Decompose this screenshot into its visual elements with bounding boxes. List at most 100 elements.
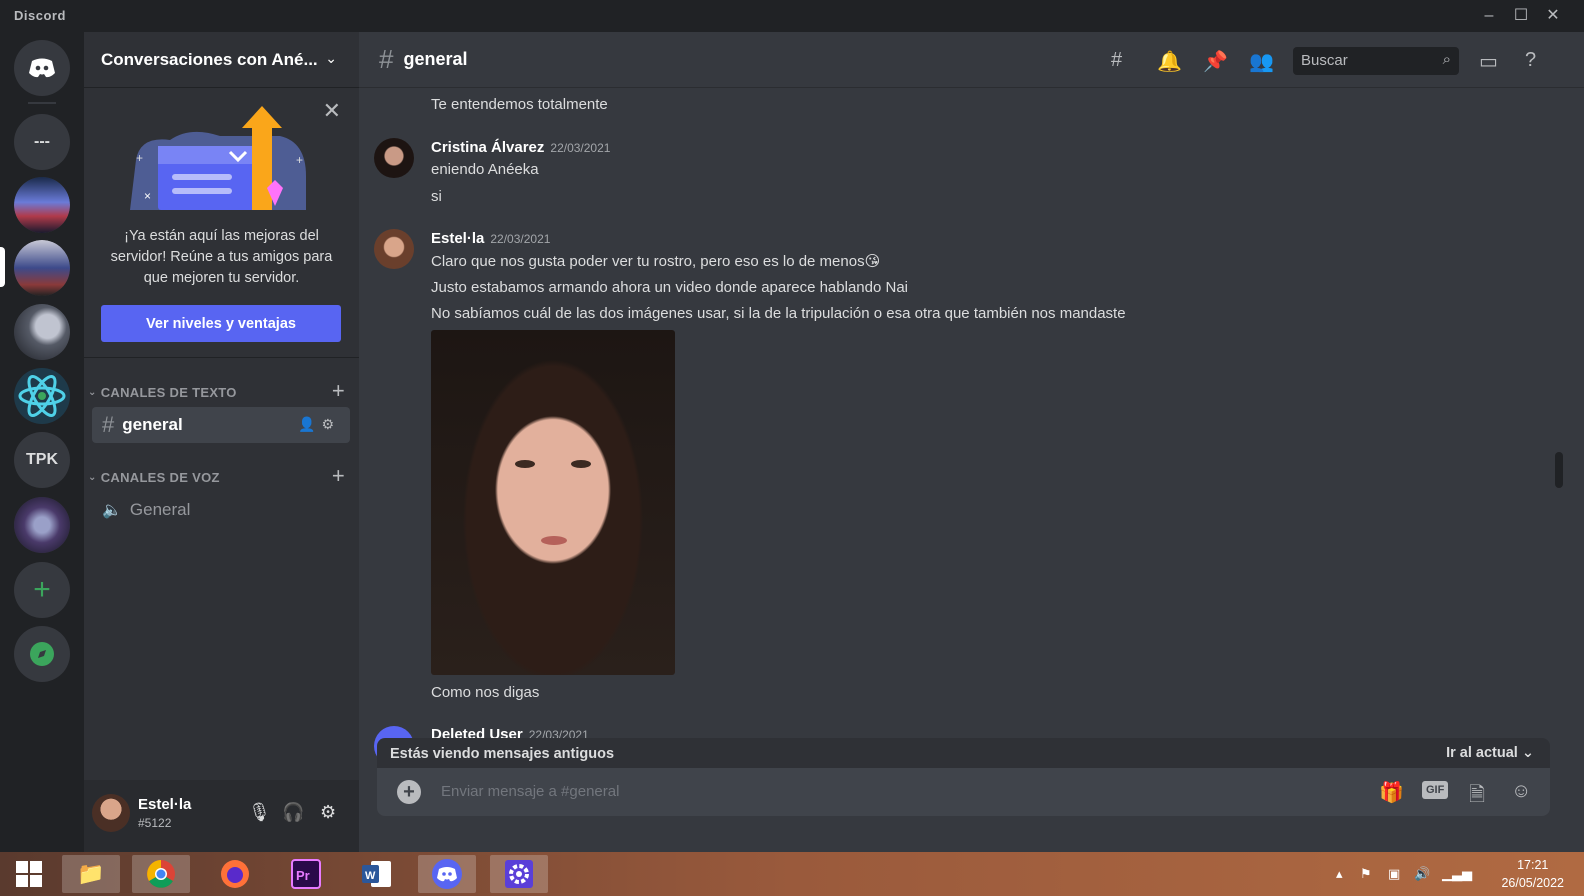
message-author[interactable]: Cristina Álvarez 22/03/2021 [431, 139, 610, 156]
server-icon-3[interactable] [14, 177, 70, 233]
maximize-button[interactable]: ☐ [1506, 4, 1536, 28]
discord-logo-icon [29, 58, 55, 78]
windows-taskbar: 📁 Pr W ▴ ⚑ ▣ 🔊 ▁▃▅ 17:21 26/05/2022 [0, 852, 1584, 896]
channel-title: general [403, 49, 468, 69]
clock-time: 17:21 [1517, 858, 1549, 872]
server-tpk[interactable]: TPK [14, 432, 70, 488]
search-icon: ⌕ [1442, 51, 1451, 68]
message-text: Claro que nos gusta poder ver tu rostro,… [431, 253, 881, 270]
invite-icon[interactable]: 👤 [298, 416, 321, 432]
speaker-icon: 🔈 [102, 502, 122, 519]
firefox-logo-icon [221, 860, 249, 888]
microphone-icon[interactable]: 🎙 [248, 802, 271, 823]
selected-server-indicator [0, 247, 5, 287]
word-icon[interactable]: W [348, 855, 406, 893]
network-icon[interactable]: ▣ [1388, 866, 1400, 882]
signal-icon[interactable]: ▁▃▅ [1442, 866, 1472, 882]
chrome-icon[interactable] [132, 855, 190, 893]
add-server-button[interactable]: + [14, 562, 70, 618]
rail-separator [28, 102, 56, 104]
gear-icon[interactable]: ⚙ [320, 802, 336, 823]
server-icon-8[interactable] [14, 497, 70, 553]
jump-label: Ir al actual [1446, 745, 1518, 761]
message-text: eniendo Anéeka [431, 161, 539, 178]
search-placeholder: Buscar [1301, 52, 1348, 69]
author-name: Estel·la [431, 230, 485, 247]
channel-sidebar: Conversaciones con Ané... ⌄ ✕ + + × ¡Ya … [84, 32, 359, 852]
message-author[interactable]: Estel·la 22/03/2021 [431, 230, 550, 247]
avatar[interactable] [92, 794, 130, 832]
voice-channel-general[interactable]: 🔈 General [92, 492, 350, 528]
channel-name: General [129, 500, 191, 519]
avatar[interactable] [374, 229, 414, 269]
view-levels-button[interactable]: Ver niveles y ventajas [101, 305, 341, 342]
chat-area: # general # 🔔 📌 👥 Buscar ⌕ ▭ ? Te entend… [359, 32, 1584, 852]
word-logo-icon: W [362, 861, 391, 887]
user-panel: Estel·la #5122 🎙 🎧 ⚙ [84, 780, 359, 852]
upload-plus-icon[interactable]: + [397, 780, 421, 804]
voice-channels-category[interactable]: ⌄ CANALES DE VOZ + [88, 463, 353, 489]
category-label: CANALES DE VOZ [100, 469, 220, 485]
help-icon[interactable]: ? [1525, 49, 1536, 72]
message-input-placeholder[interactable]: Enviar mensaje a #general [441, 783, 619, 800]
svg-text:+: + [296, 153, 303, 167]
close-icon[interactable]: ✕ [323, 98, 341, 124]
old-messages-banner: Estás viendo mensajes antiguos Ir al act… [377, 738, 1550, 770]
discord-logo-icon [432, 859, 462, 889]
compass-icon [30, 642, 54, 666]
server-rail: --- TPK + [0, 32, 84, 852]
server-icon-4[interactable] [14, 240, 70, 296]
flag-icon[interactable]: ⚑ [1360, 866, 1372, 882]
explore-servers-button[interactable] [14, 626, 70, 682]
attached-image[interactable] [431, 330, 675, 675]
file-explorer-icon[interactable]: 📁 [62, 855, 120, 893]
bell-icon[interactable]: 🔔 [1157, 49, 1182, 74]
sticker-icon[interactable]: 🗎 [1469, 780, 1485, 814]
discord-taskbar-icon[interactable] [418, 855, 476, 893]
settings-logo-icon [505, 860, 533, 888]
text-channels-category[interactable]: ⌄ CANALES DE TEXTO + [88, 378, 353, 404]
close-window-button[interactable]: ✕ [1538, 4, 1568, 28]
chevron-up-icon[interactable]: ▴ [1336, 866, 1343, 882]
home-button[interactable] [14, 40, 70, 96]
volume-icon[interactable]: 🔊 [1414, 866, 1430, 882]
server-tpk-label: TPK [26, 451, 58, 468]
premiere-icon[interactable]: Pr [277, 855, 335, 893]
create-channel-icon[interactable]: + [332, 463, 345, 489]
author-name: Cristina Álvarez [431, 139, 545, 156]
settings-icon[interactable] [490, 855, 548, 893]
jump-to-present-button[interactable]: Ir al actual ⌄ [1446, 745, 1534, 761]
chevron-down-icon: ⌄ [88, 471, 97, 483]
chrome-logo-icon [147, 860, 175, 888]
discord-app: --- TPK + Conversaciones con Ané... ⌄ ✕ [0, 32, 1584, 852]
inbox-icon[interactable]: ▭ [1479, 49, 1498, 74]
windows-start-icon[interactable] [0, 855, 58, 893]
gif-button[interactable]: GIF [1422, 781, 1449, 799]
channel-general[interactable]: # general 👤⚙ [92, 407, 350, 443]
create-channel-icon[interactable]: + [332, 378, 345, 404]
scrollbar-thumb[interactable] [1555, 452, 1563, 488]
threads-icon[interactable]: # [1111, 49, 1122, 72]
server-icon-6[interactable] [14, 368, 70, 424]
search-input[interactable]: Buscar ⌕ [1293, 47, 1459, 75]
message-composer[interactable]: + Enviar mensaje a #general 🎁 GIF 🗎 ☺ [377, 768, 1550, 816]
members-icon[interactable]: 👥 [1249, 49, 1274, 74]
channel-name: general [122, 415, 183, 434]
avatar[interactable] [374, 138, 414, 178]
image-detail [541, 536, 567, 545]
emoji-icon[interactable]: ☺ [1511, 780, 1531, 803]
gift-icon[interactable]: 🎁 [1379, 780, 1404, 805]
image-detail [515, 460, 535, 468]
minimize-button[interactable]: – [1474, 4, 1504, 28]
message-text: si [431, 188, 442, 205]
server-header[interactable]: Conversaciones con Ané... ⌄ [84, 32, 359, 88]
windows-logo-icon [16, 861, 42, 887]
firefox-icon[interactable] [206, 855, 264, 893]
server-dash[interactable]: --- [14, 114, 70, 170]
atom-icon [18, 375, 66, 417]
server-icon-5[interactable] [14, 304, 70, 360]
pin-icon[interactable]: 📌 [1203, 49, 1228, 74]
headphones-icon[interactable]: 🎧 [282, 802, 304, 823]
gear-icon[interactable]: ⚙ [321, 416, 340, 432]
system-clock[interactable]: 17:21 26/05/2022 [1501, 856, 1564, 892]
